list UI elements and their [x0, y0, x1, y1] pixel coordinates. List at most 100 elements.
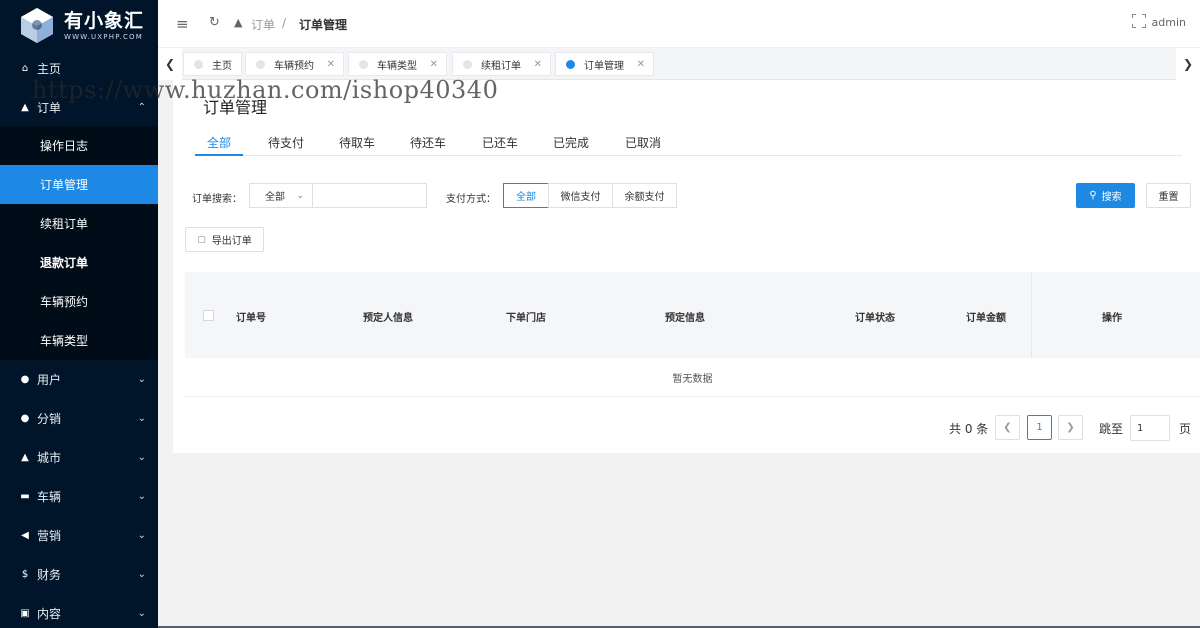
main-content-card: 订单管理 全部 待支付 待取车 待还车 已还车 已完成 已取消 订单搜索： 全部… [173, 80, 1200, 453]
sidebar-item-marketing[interactable]: ◀ 营销 ⌄ [0, 516, 158, 555]
logo-title: 有小象汇 [64, 9, 145, 32]
cube-logo-icon [18, 6, 56, 44]
close-icon[interactable]: ✕ [534, 59, 542, 70]
sidebar-item-label: 用户 [37, 373, 62, 387]
column-order-status: 订单状态 [855, 313, 895, 324]
payment-option-balance[interactable]: 余额支付 [612, 183, 677, 208]
sidebar-subitem-operation-log[interactable]: 操作日志 [0, 126, 158, 165]
sidebar-item-home[interactable]: ⌂ 主页 [0, 49, 158, 88]
tab-home[interactable]: 主页 [183, 52, 242, 76]
tab-label: 车辆类型 [377, 60, 417, 72]
reset-button[interactable]: 重置 [1146, 183, 1191, 208]
status-tab-pending-pickup[interactable]: 待取车 [339, 134, 375, 156]
page-title: 订单管理 [203, 98, 268, 117]
export-orders-button[interactable]: ▢ 导出订单 [185, 227, 264, 252]
cart-icon: ▲ [21, 102, 29, 113]
order-search-input[interactable] [313, 183, 427, 208]
tab-label: 订单管理 [584, 60, 624, 72]
chevron-down-icon: ⌄ [296, 190, 304, 201]
select-value: 全部 [265, 192, 285, 203]
fullscreen-icon[interactable] [1132, 14, 1146, 28]
sidebar-item-city[interactable]: ▲ 城市 ⌄ [0, 438, 158, 477]
column-order-amount: 订单金额 [966, 313, 1006, 324]
sidebar-item-label: 城市 [37, 451, 62, 465]
sidebar-item-order[interactable]: ▲ 订单 ⌃ [0, 88, 158, 127]
prev-page-icon[interactable]: ❮ [995, 415, 1020, 440]
close-icon[interactable]: ✕ [327, 59, 335, 70]
tab-dot-icon [194, 59, 203, 69]
car-icon: ▬ [20, 491, 30, 502]
column-booking-info: 预定信息 [665, 313, 705, 324]
breadcrumb-separator: / [282, 16, 287, 30]
book-icon: ▣ [20, 608, 30, 619]
tab-label: 车辆预约 [274, 60, 314, 72]
next-page-icon[interactable]: ❯ [1058, 415, 1083, 440]
triangle-icon: ▲ [21, 452, 29, 463]
payment-option-wechat[interactable]: 微信支付 [548, 183, 613, 208]
status-tab-completed[interactable]: 已完成 [553, 134, 589, 156]
chevron-down-icon: ⌄ [137, 452, 146, 463]
refresh-icon[interactable]: ↻ [209, 15, 220, 30]
tab-order-management[interactable]: 订单管理 ✕ [555, 52, 654, 76]
status-tab-all[interactable]: 全部 [195, 134, 244, 156]
order-status-tabs: 全部 待支付 待取车 待还车 已还车 已完成 已取消 [195, 133, 1182, 156]
search-button[interactable]: ⚲ 搜索 [1076, 183, 1135, 208]
user-menu[interactable]: admin [1152, 16, 1186, 29]
close-icon[interactable]: ✕ [637, 59, 645, 70]
sidebar-item-user[interactable]: ● 用户 ⌄ [0, 360, 158, 399]
sidebar-item-finance[interactable]: $ 财务 ⌄ [0, 555, 158, 594]
sidebar-item-vehicle[interactable]: ▬ 车辆 ⌄ [0, 477, 158, 516]
sidebar-item-label: 分销 [37, 412, 62, 426]
status-tab-pending-payment[interactable]: 待支付 [268, 134, 304, 156]
tab-vehicle-booking[interactable]: 车辆预约 ✕ [245, 52, 344, 76]
sidebar-item-label: 营销 [37, 529, 62, 543]
page-unit-label: 页 [1179, 422, 1192, 436]
sidebar-subitem-refund-orders[interactable]: 退款订单 [0, 243, 158, 282]
status-tab-pending-return[interactable]: 待还车 [410, 134, 446, 156]
sidebar: 有小象汇 WWW.UXPHP.COM ⌂ 主页 ▲ 订单 ⌃ 操作日志 订单管理… [0, 0, 158, 628]
select-all-checkbox[interactable] [203, 310, 214, 321]
tab-dot-icon [359, 59, 368, 69]
column-booker-info: 预定人信息 [363, 313, 413, 324]
cart-icon: ▲ [234, 16, 243, 29]
tab-vehicle-type[interactable]: 车辆类型 ✕ [348, 52, 447, 76]
sidebar-subitem-vehicle-type[interactable]: 车辆类型 [0, 321, 158, 360]
search-button-label: 搜索 [1101, 192, 1122, 203]
page-tabs-bar: ❮ 主页 车辆预约 ✕ 车辆类型 ✕ 续租订单 ✕ 订单管理 ✕ ❯ [158, 48, 1200, 80]
column-actions-cell: 操作 [1031, 272, 1200, 358]
payment-option-all[interactable]: 全部 [503, 183, 549, 208]
share-icon: ● [20, 413, 30, 424]
table-empty-row: 暂无数据 [185, 358, 1200, 397]
sidebar-item-distribution[interactable]: ● 分销 ⌄ [0, 399, 158, 438]
sidebar-item-label: 主页 [37, 62, 62, 76]
tabs-scroll-right-icon[interactable]: ❯ [1176, 48, 1200, 80]
tab-dot-icon [463, 59, 472, 69]
jump-page-input[interactable]: 1 [1130, 415, 1170, 441]
pagination-total: 共 0 条 [949, 422, 989, 436]
order-search-label: 订单搜索： [192, 194, 242, 205]
tab-dot-icon [256, 59, 265, 69]
sidebar-item-label: 车辆 [37, 490, 62, 504]
tab-label: 主页 [212, 60, 232, 72]
logo[interactable]: 有小象汇 WWW.UXPHP.COM [0, 0, 158, 50]
status-tab-cancelled[interactable]: 已取消 [625, 134, 661, 156]
sidebar-item-content[interactable]: ▣ 内容 ⌄ [0, 594, 158, 628]
menu-fold-icon[interactable]: ≡ [176, 15, 189, 33]
breadcrumb-parent[interactable]: 订单 [251, 16, 275, 33]
chevron-down-icon: ⌄ [137, 530, 146, 541]
sidebar-subitem-renewal-orders[interactable]: 续租订单 [0, 204, 158, 243]
status-tab-returned[interactable]: 已还车 [482, 134, 518, 156]
page-number-button[interactable]: 1 [1027, 415, 1052, 440]
sidebar-item-label: 内容 [37, 607, 62, 621]
chevron-down-icon: ⌄ [137, 491, 146, 502]
close-icon[interactable]: ✕ [430, 59, 438, 70]
tab-dot-icon [566, 59, 575, 69]
tab-label: 续租订单 [481, 60, 521, 72]
order-search-type-select[interactable]: 全部 ⌄ [249, 183, 313, 208]
tabs-scroll-left-icon[interactable]: ❮ [158, 48, 182, 80]
sidebar-subitem-order-management[interactable]: 订单管理 [0, 165, 158, 204]
tab-renewal-orders[interactable]: 续租订单 ✕ [452, 52, 551, 76]
sidebar-subitem-vehicle-booking[interactable]: 车辆预约 [0, 282, 158, 321]
column-actions: 操作 [1102, 313, 1122, 324]
export-icon: ▢ [197, 234, 206, 245]
